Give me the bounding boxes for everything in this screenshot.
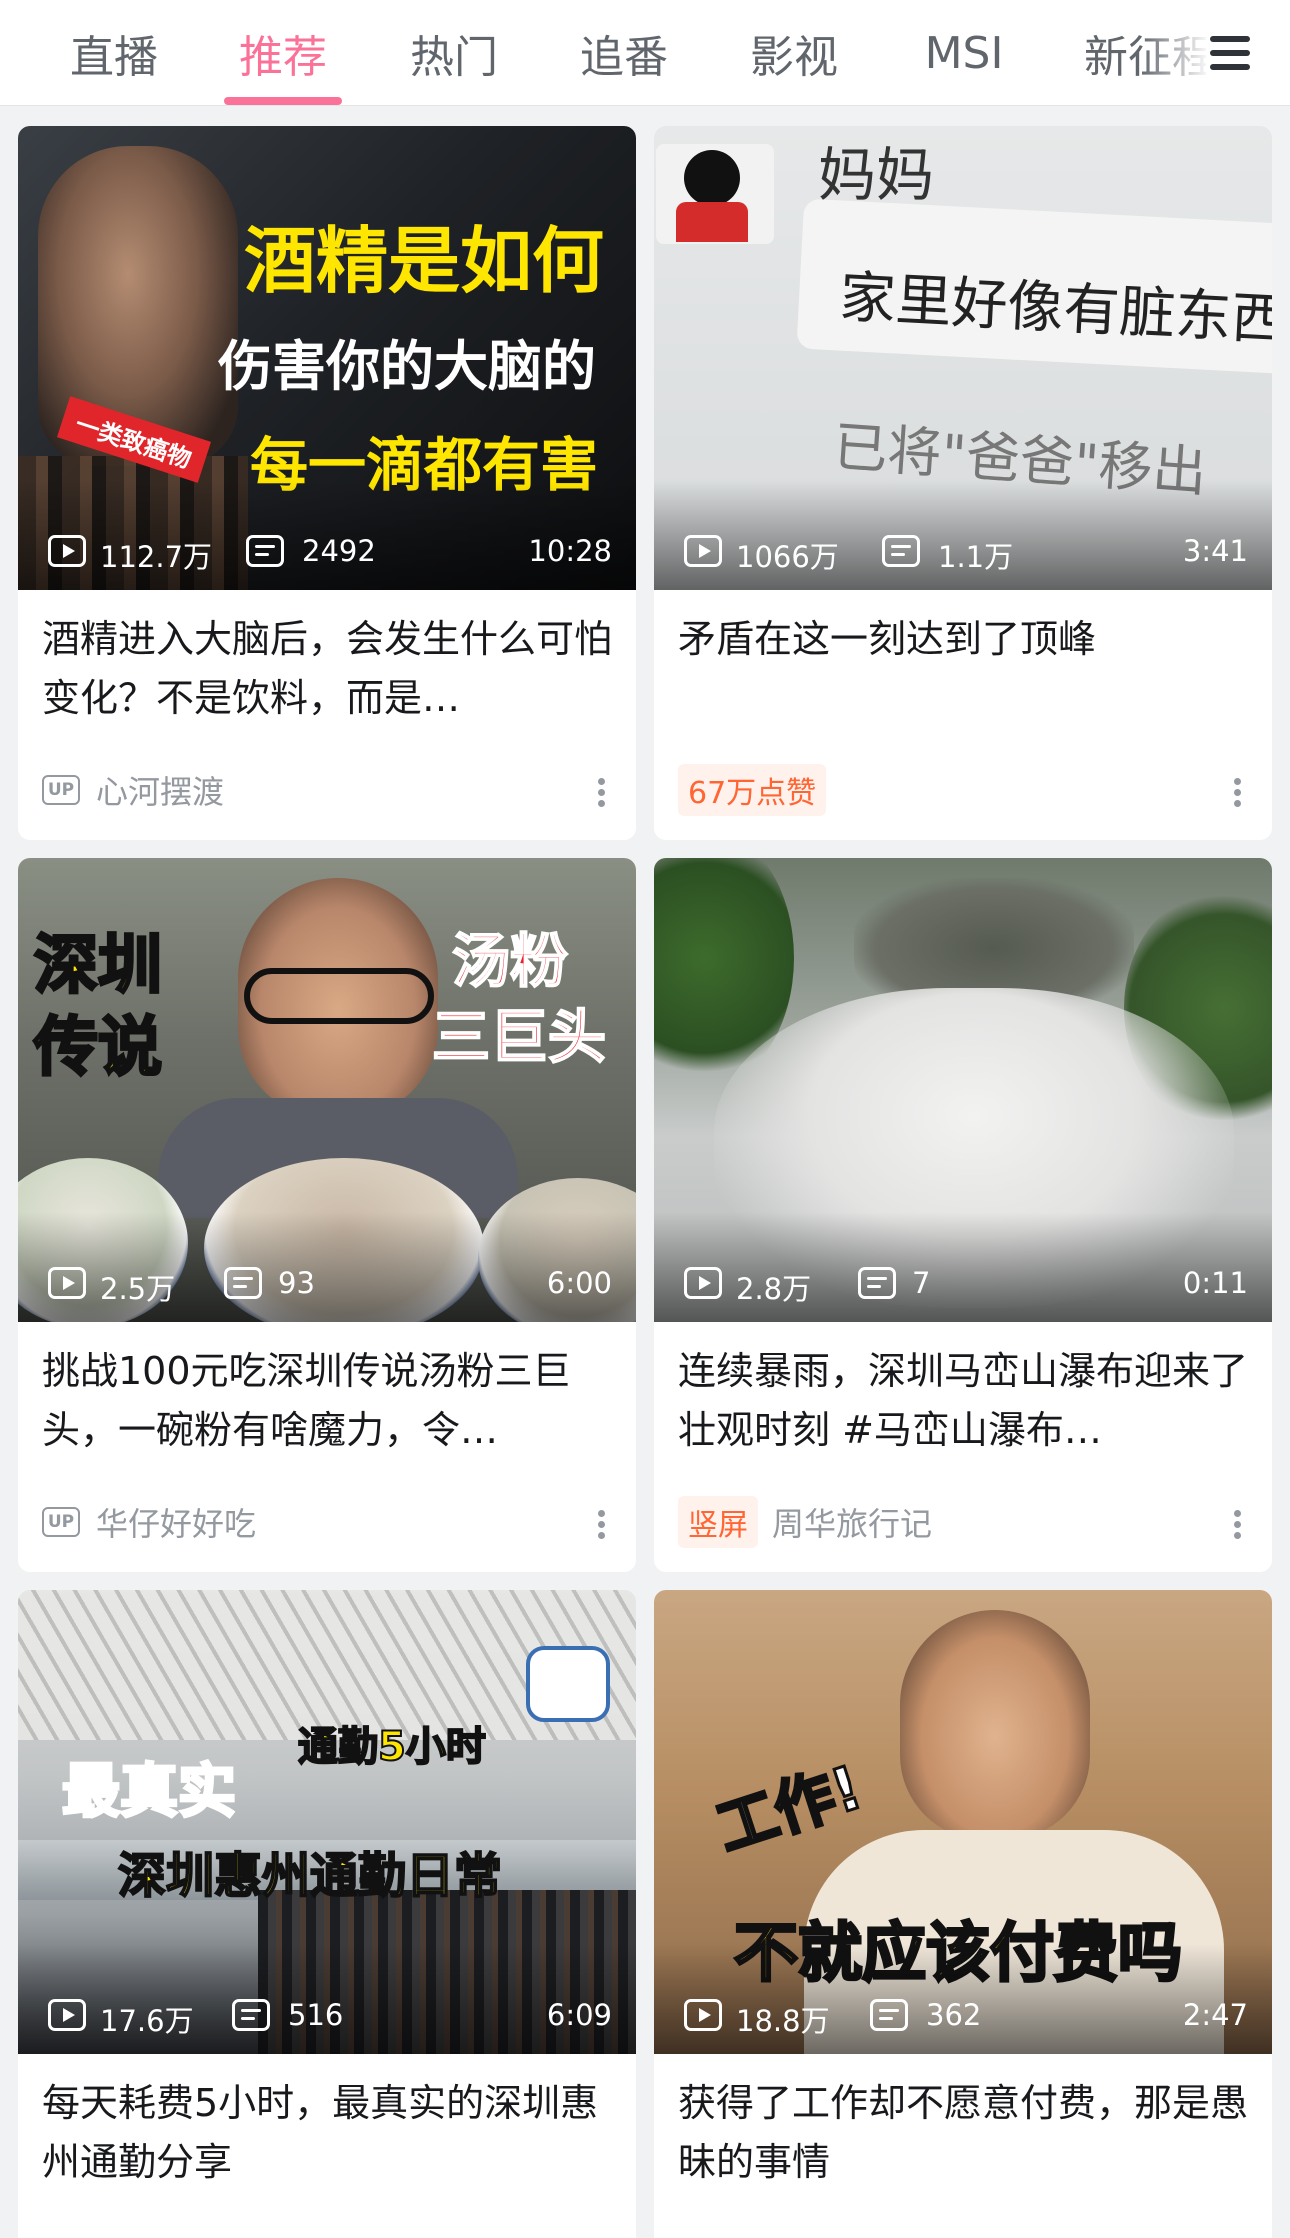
- video-duration: 6:09: [546, 1998, 612, 2032]
- video-thumbnail[interactable]: 酒精是如何 伤害你的大脑的 每一滴都有害 一类致癌物: [18, 126, 636, 590]
- danmaku-count-icon: [858, 1267, 896, 1299]
- video-card[interactable]: 深圳 传说 汤粉 三巨头 2.5万 93 6:00 挑战100元吃深圳传说汤粉三…: [18, 858, 636, 1572]
- danmaku-count-icon: [870, 1999, 908, 2031]
- chat-avatar-figure: [684, 150, 740, 206]
- video-stats: 112.7万 2492 10:28: [18, 528, 636, 578]
- video-card[interactable]: 2.8万 7 0:11 连续暴雨，深圳马峦山瀑布迎来了壮观时刻 #马峦山瀑布… …: [654, 858, 1272, 1572]
- thumbnail-left-text: 最真实: [60, 1756, 237, 1827]
- danmaku-count: 1.1万: [938, 540, 1014, 574]
- play-count-icon: [684, 1267, 722, 1299]
- danmaku-count-icon: [246, 535, 284, 567]
- video-thumbnail[interactable]: 深圳 传说 汤粉 三巨头: [18, 858, 636, 1322]
- video-stats: 2.5万 93 6:00: [18, 1260, 636, 1310]
- video-title[interactable]: 获得了工作却不愿意付费，那是愚昧的事情: [678, 2074, 1248, 2192]
- thumbnail-top-text: 通勤5小时: [297, 1723, 487, 1771]
- video-title[interactable]: 每天耗费5小时，最真实的深圳惠州通勤分享: [42, 2074, 612, 2192]
- video-card[interactable]: 最真实 通勤5小时 深圳惠州通勤日常 17.6万 516 6:09 每天耗费5小…: [18, 1590, 636, 2238]
- tab-recommend[interactable]: 推荐: [231, 0, 335, 106]
- more-options-icon[interactable]: [1234, 778, 1242, 808]
- video-card[interactable]: 工作! 不就应该付费吗 18.8万 362 2:47 获得了工作却不愿意付费，那…: [654, 1590, 1272, 2238]
- play-count: 17.6万: [100, 2004, 194, 2038]
- video-title[interactable]: 挑战100元吃深圳传说汤粉三巨头，一碗粉有啥魔力，令…: [42, 1342, 612, 1460]
- danmaku-count: 2492: [302, 534, 376, 568]
- video-stats: 2.8万 7 0:11: [654, 1260, 1272, 1310]
- more-options-icon[interactable]: [1234, 1510, 1242, 1540]
- thumbnail-top-text: 工作!: [707, 1751, 872, 1866]
- active-tab-indicator: [224, 97, 342, 105]
- video-duration: 3:41: [1182, 534, 1248, 568]
- danmaku-count: 93: [278, 1266, 315, 1300]
- more-options-icon[interactable]: [598, 1510, 606, 1540]
- video-meta: 67万点赞: [678, 764, 1218, 816]
- likes-badge: 67万点赞: [678, 764, 827, 816]
- danmaku-count-icon: [232, 1999, 270, 2031]
- video-thumbnail[interactable]: [654, 858, 1272, 1322]
- author-name[interactable]: 心河摆渡: [96, 767, 224, 813]
- author-name[interactable]: 华仔好好吃: [96, 1499, 256, 1545]
- thumbnail-left-line2: 传说: [33, 1010, 164, 1087]
- tab-msi[interactable]: MSI: [912, 0, 1016, 106]
- danmaku-count-icon: [224, 1267, 262, 1299]
- video-stats: 1066万 1.1万 3:41: [654, 528, 1272, 578]
- danmaku-count: 7: [912, 1266, 931, 1300]
- video-title[interactable]: 连续暴雨，深圳马峦山瀑布迎来了壮观时刻 #马峦山瀑布…: [678, 1342, 1248, 1460]
- play-count-icon: [684, 535, 722, 567]
- video-stats: 17.6万 516 6:09: [18, 1992, 636, 2042]
- thumbnail-glasses: [244, 968, 434, 1024]
- thumbnail-right-line1: 汤粉: [451, 926, 569, 996]
- danmaku-count: 516: [288, 1998, 344, 2032]
- thumbnail-person-head: [900, 1610, 1090, 1840]
- video-stats: 18.8万 362 2:47: [654, 1992, 1272, 2042]
- tab-overflow-fade: [1140, 0, 1210, 104]
- up-badge-icon: UP: [42, 1507, 80, 1537]
- tab-hot[interactable]: 热门: [402, 0, 506, 106]
- thumbnail-title-line1: 酒精是如何: [244, 219, 605, 303]
- top-tab-bar: 直播 推荐 热门 追番 影视 MSI 新征程: [0, 0, 1290, 106]
- play-count: 112.7万: [100, 540, 213, 574]
- video-meta: UP 心河摆渡: [42, 766, 582, 814]
- hamburger-menu-icon[interactable]: [1206, 28, 1254, 76]
- video-title[interactable]: 矛盾在这一刻达到了顶峰: [678, 610, 1248, 669]
- play-count-icon: [48, 1999, 86, 2031]
- play-count-icon: [48, 1267, 86, 1299]
- video-duration: 10:28: [528, 534, 612, 568]
- danmaku-count: 362: [926, 1998, 982, 2032]
- play-count: 1066万: [736, 540, 839, 574]
- thumbnail-mascot: [526, 1646, 610, 1722]
- tab-anime[interactable]: 追番: [572, 0, 676, 106]
- video-card[interactable]: 酒精是如何 伤害你的大脑的 每一滴都有害 一类致癌物 112.7万 2492 1…: [18, 126, 636, 840]
- up-badge-icon: UP: [42, 775, 80, 805]
- tab-live[interactable]: 直播: [62, 0, 166, 106]
- play-count: 18.8万: [736, 2004, 830, 2038]
- video-thumbnail[interactable]: 最真实 通勤5小时 深圳惠州通勤日常: [18, 1590, 636, 2054]
- play-count-icon: [48, 535, 86, 567]
- chat-avatar-shirt: [676, 202, 748, 242]
- thumbnail-banner-text: 深圳惠州通勤日常: [117, 1847, 503, 1905]
- video-title[interactable]: 酒精进入大脑后，会发生什么可怕变化？不是饮料，而是…: [42, 610, 612, 728]
- video-meta: 竖屏 周华旅行记: [678, 1496, 1218, 1548]
- video-duration: 6:00: [546, 1266, 612, 1300]
- video-thumbnail[interactable]: 工作! 不就应该付费吗: [654, 1590, 1272, 2054]
- more-options-icon[interactable]: [598, 778, 606, 808]
- video-meta: UP 华仔好好吃: [42, 1498, 582, 1546]
- thumbnail-right-line2: 三巨头: [431, 1002, 607, 1072]
- video-duration: 0:11: [1182, 1266, 1248, 1300]
- tab-movies[interactable]: 影视: [742, 0, 846, 106]
- video-card[interactable]: 妈妈 家里好像有脏东西 已将"爸爸"移出 1066万 1.1万 3:41 矛盾在…: [654, 126, 1272, 840]
- author-name[interactable]: 周华旅行记: [772, 1499, 932, 1545]
- vertical-screen-badge: 竖屏: [678, 1496, 758, 1548]
- video-duration: 2:47: [1182, 1998, 1248, 2032]
- video-thumbnail[interactable]: 妈妈 家里好像有脏东西 已将"爸爸"移出: [654, 126, 1272, 590]
- danmaku-count-icon: [882, 535, 920, 567]
- play-count: 2.8万: [736, 1272, 812, 1306]
- play-count: 2.5万: [100, 1272, 176, 1306]
- thumbnail-left-line1: 深圳: [33, 928, 164, 1005]
- thumbnail-title-line2: 伤害你的大脑的: [218, 335, 596, 398]
- play-count-icon: [684, 1999, 722, 2031]
